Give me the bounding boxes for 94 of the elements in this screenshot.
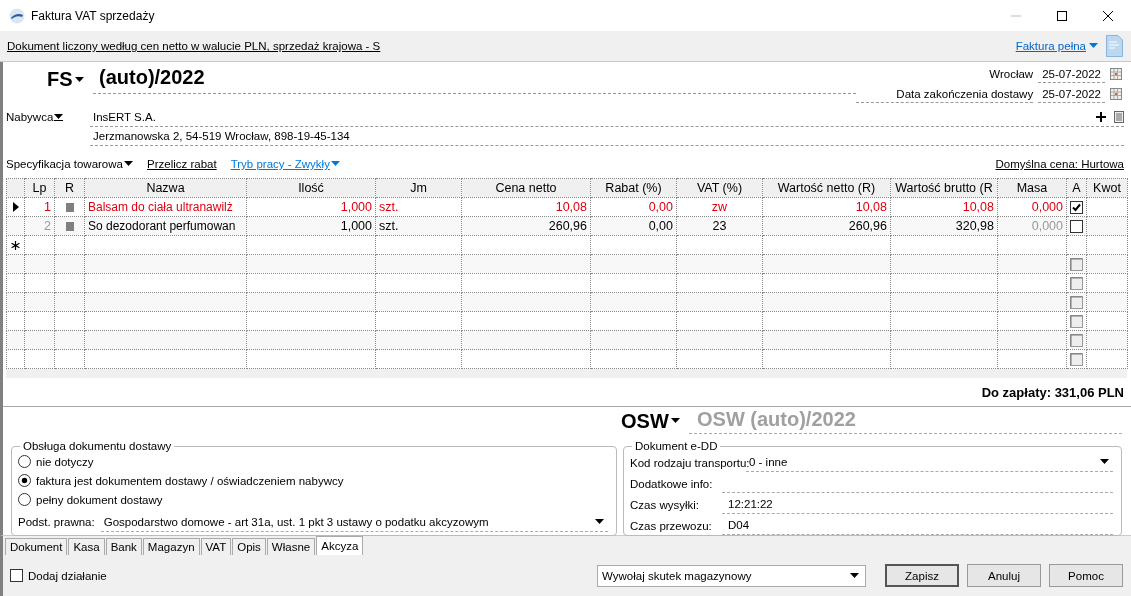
help-button[interactable]: Pomoc: [1049, 564, 1123, 587]
column-header[interactable]: Rabat (%): [590, 178, 677, 198]
gross-value-cell: 320,98: [890, 216, 998, 236]
maximize-icon[interactable]: [1056, 9, 1068, 22]
checkbox-label: Dodaj działanie: [28, 569, 107, 582]
column-header[interactable]: Wartość netto (R): [762, 178, 891, 198]
place-label: Wrocław: [989, 68, 1034, 80]
caret-icon[interactable]: [850, 572, 859, 579]
tab[interactable]: Własne: [266, 538, 316, 555]
gross-value-cell: 10,08: [890, 197, 998, 217]
recalculate-discount-link[interactable]: Przelicz rabat: [147, 158, 217, 170]
row-number: 1: [24, 197, 55, 217]
quantity-cell: 1,000: [246, 197, 376, 217]
save-button[interactable]: Zapisz: [885, 564, 959, 587]
unit-cell: szt.: [375, 197, 462, 217]
column-header[interactable]: Jm: [375, 178, 462, 198]
default-price-link[interactable]: Domyślna cena: Hurtowa: [995, 158, 1124, 170]
caret-icon[interactable]: [595, 518, 604, 525]
text-field[interactable]: 12:21:22: [722, 495, 1113, 514]
delivery-date-label: Data zakończenia dostawy: [856, 85, 1034, 103]
tab[interactable]: Akcyza: [316, 536, 364, 555]
column-header[interactable]: Wartość brutto (R: [890, 178, 998, 198]
net-price-cell: 10,08: [461, 197, 591, 217]
specification-dropdown[interactable]: Specyfikacja towarowa: [6, 158, 133, 170]
tab[interactable]: Dokument: [5, 538, 68, 555]
tab[interactable]: Magazyn: [142, 538, 200, 555]
net-value-cell: 10,08: [762, 197, 891, 217]
net-price-cell: 260,96: [461, 216, 591, 236]
column-header[interactable]: Kwot: [1086, 178, 1128, 198]
invoice-type-link[interactable]: Faktura pełna: [1015, 40, 1098, 52]
calendar-icon[interactable]: [1110, 88, 1122, 100]
column-header[interactable]: Masa: [997, 178, 1067, 198]
date-field[interactable]: 25-07-2022: [1038, 65, 1105, 83]
window-title: Faktura VAT sprzedaży: [31, 8, 156, 23]
status-square-icon: [65, 221, 74, 231]
warehouse-effect-dropdown[interactable]: Wywołaj skutek magazynowy: [597, 564, 866, 587]
column-header[interactable]: R: [54, 178, 85, 198]
mass-cell: 0,000: [997, 216, 1067, 236]
radio-button[interactable]: [18, 455, 31, 468]
column-header[interactable]: Ilość: [246, 178, 376, 198]
document-number-field[interactable]: (auto)/2022: [93, 66, 857, 94]
column-header[interactable]: Lp: [24, 178, 55, 198]
tab[interactable]: Kasa: [68, 538, 105, 555]
buyer-name-field[interactable]: InsERT S.A.: [93, 111, 156, 123]
option-label: nie dotyczy: [36, 455, 94, 468]
excise-document-type-dropdown[interactable]: OSW: [621, 409, 689, 433]
column-header[interactable]: VAT (%): [676, 178, 763, 198]
caret-icon[interactable]: [124, 161, 133, 167]
field-label: Dodatkowe info:: [630, 477, 714, 490]
checkbox[interactable]: [1070, 219, 1083, 233]
work-mode-link[interactable]: Tryb pracy - Zwykły: [230, 158, 340, 170]
mass-cell: 0,000: [997, 197, 1067, 217]
list-icon[interactable]: [1114, 111, 1124, 123]
group-title: Obsługa dokumentu dostawy: [22, 440, 173, 452]
quantity-cell: 1,000: [246, 216, 376, 236]
tab[interactable]: Opis: [232, 538, 266, 555]
legal-basis-dropdown[interactable]: Gospodarstwo domowe - art 31a, ust. 1 pkt 3 ustawy o podatku akcyzowym: [100, 512, 608, 532]
group-title: Dokument e-DD: [634, 440, 719, 452]
new-row-icon: [11, 240, 20, 250]
checkbox[interactable]: [10, 569, 23, 582]
caret-icon[interactable]: [54, 113, 64, 121]
calendar-icon[interactable]: [1110, 68, 1122, 80]
column-header[interactable]: Nazwa: [84, 178, 247, 198]
caret-icon[interactable]: [670, 418, 680, 424]
checkbox[interactable]: [1070, 200, 1083, 214]
vat-rate-cell: zw: [676, 197, 763, 217]
radio-button[interactable]: [18, 474, 31, 487]
info-link[interactable]: Dokument liczony według cen netto w walucie PLN, sprzedaż krajowa - S: [7, 40, 1016, 52]
field-label: Czas przewozu:: [630, 519, 713, 532]
radio-button[interactable]: [18, 493, 31, 506]
cancel-button[interactable]: Anuluj: [967, 564, 1041, 587]
status-square-icon: [65, 202, 74, 212]
field-label: Podst. prawna:: [18, 516, 95, 528]
text-field[interactable]: D04: [722, 516, 1113, 535]
column-header[interactable]: Cena netto: [461, 178, 591, 198]
excise-document-number-field: OSW (auto)/2022: [689, 408, 1122, 434]
document-type-dropdown[interactable]: FS: [47, 66, 93, 93]
discount-cell: 0,00: [590, 197, 677, 217]
option-label: pełny dokument dostawy: [36, 493, 163, 506]
field-label: Czas wysyłki:: [630, 498, 700, 511]
tab[interactable]: Bank: [105, 538, 142, 555]
buyer-address-field[interactable]: Jerzmanowska 2, 54-519 Wrocław, 898-19-45-134: [90, 127, 1124, 146]
add-icon[interactable]: [1096, 112, 1106, 122]
tab[interactable]: VAT: [200, 538, 232, 555]
date-field[interactable]: 25-07-2022: [1038, 85, 1105, 103]
caret-icon[interactable]: [1100, 459, 1109, 465]
column-header[interactable]: A: [1066, 178, 1087, 198]
app-logo-icon: [9, 7, 25, 24]
option-label: faktura jest dokumentem dostawy / oświadczeniem nabywcy: [36, 474, 344, 487]
close-icon[interactable]: [1102, 9, 1114, 22]
product-name-cell: Balsam do ciała ultranawilż: [84, 197, 247, 217]
total-amount: Do zapłaty: 331,06 PLN: [3, 377, 1131, 407]
buyer-dropdown[interactable]: Nabywca: [3, 108, 90, 126]
caret-icon[interactable]: [74, 76, 84, 83]
